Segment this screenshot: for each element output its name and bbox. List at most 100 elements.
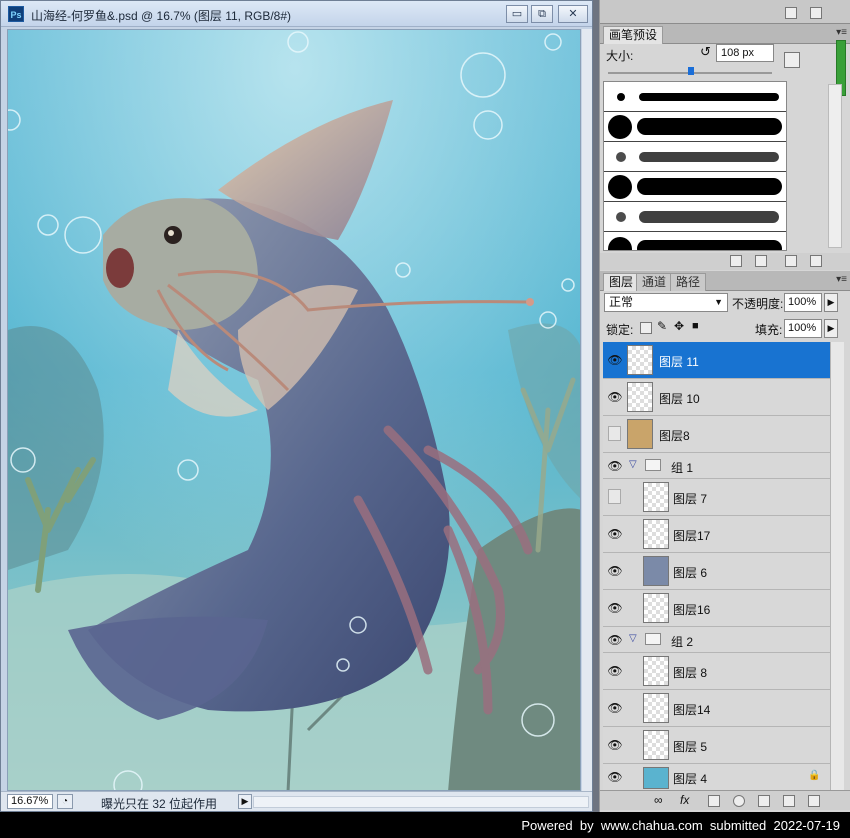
eye-icon[interactable]: 👁 bbox=[606, 527, 624, 541]
brush-size-slider-thumb[interactable] bbox=[688, 67, 694, 75]
tab-channels[interactable]: 通道 bbox=[636, 273, 673, 291]
layer-row[interactable]: 图层 7 bbox=[603, 479, 830, 516]
eye-icon[interactable]: 👁 bbox=[606, 390, 624, 404]
brush-preset[interactable] bbox=[604, 112, 786, 142]
delete-layer-icon[interactable] bbox=[808, 795, 820, 807]
new-group-icon[interactable] bbox=[758, 795, 770, 807]
lock-all-icon[interactable]: ■ bbox=[692, 320, 699, 332]
close-button[interactable]: ✕ bbox=[558, 5, 588, 23]
brush-preset[interactable] bbox=[604, 202, 786, 232]
brush-list-scrollbar[interactable] bbox=[828, 84, 842, 248]
layer-row[interactable]: 👁 图层 8 bbox=[603, 653, 830, 690]
brush-preset[interactable] bbox=[604, 232, 786, 250]
status-menu-arrow-icon[interactable]: ▶ bbox=[238, 794, 252, 809]
eye-icon[interactable]: 👁 bbox=[606, 459, 624, 473]
canvas-vertical-scrollbar[interactable] bbox=[582, 29, 592, 791]
lock-transparency-icon[interactable] bbox=[640, 322, 652, 334]
layer-thumbnail bbox=[643, 730, 669, 760]
eye-icon[interactable]: 👁 bbox=[606, 738, 624, 752]
layer-thumbnail bbox=[643, 519, 669, 549]
tab-paths[interactable]: 路径 bbox=[670, 273, 707, 291]
layer-row[interactable]: 👁 图层17 bbox=[603, 516, 830, 553]
fill-input[interactable]: 100% bbox=[784, 319, 822, 338]
brush-size-input[interactable]: 108 px bbox=[716, 44, 774, 62]
eye-icon[interactable]: 👁 bbox=[606, 353, 624, 367]
brush-preset-list bbox=[603, 81, 787, 251]
folder-icon bbox=[645, 633, 661, 645]
new-item-icon[interactable] bbox=[785, 7, 797, 19]
restore-button[interactable]: ⧉ bbox=[531, 5, 553, 23]
layer-row[interactable]: 👁 图层 6 bbox=[603, 553, 830, 590]
layers-panel-tabbar: 图层 通道 路径 ▾≡ bbox=[600, 271, 850, 291]
layer-row[interactable]: 👁 图层14 bbox=[603, 690, 830, 727]
layer-row[interactable]: 👁 图层 5 bbox=[603, 727, 830, 764]
eye-icon[interactable]: 👁 bbox=[606, 601, 624, 615]
layer-row[interactable]: 图层8 bbox=[603, 416, 830, 453]
eye-icon[interactable]: 👁 bbox=[606, 664, 624, 678]
status-info-icon[interactable]: ◔ bbox=[57, 794, 73, 809]
layer-name: 图层 6 bbox=[673, 566, 708, 580]
layer-name: 图层 4 bbox=[673, 772, 708, 786]
watermark-bar: Powered by www.chahua.com submitted 2022… bbox=[0, 812, 850, 838]
grid-icon[interactable] bbox=[755, 255, 767, 267]
layers-scrollbar[interactable] bbox=[830, 342, 844, 790]
layers-panel-menu-icon[interactable]: ▾≡ bbox=[836, 274, 847, 285]
fill-label: 填充: bbox=[755, 323, 783, 337]
eye-icon[interactable]: 👁 bbox=[606, 564, 624, 578]
brush-preset[interactable] bbox=[604, 172, 786, 202]
layer-name: 图层 7 bbox=[673, 492, 708, 506]
adjustment-layer-icon[interactable] bbox=[733, 795, 745, 807]
canvas-horizontal-scrollbar[interactable] bbox=[253, 796, 589, 808]
brush-tool-icon[interactable] bbox=[730, 255, 742, 267]
new-layer-icon[interactable] bbox=[783, 795, 795, 807]
lock-move-icon[interactable]: ✥ bbox=[674, 319, 684, 333]
brush-size-label: 大小: bbox=[606, 49, 634, 63]
fill-arrow-icon[interactable]: ▶ bbox=[824, 319, 838, 338]
link-layers-icon[interactable]: ∞ bbox=[654, 793, 663, 807]
group-expand-icon[interactable]: ▽ bbox=[629, 633, 637, 644]
lock-label: 锁定: bbox=[606, 323, 634, 337]
blend-mode-select[interactable]: 正常 ▼ bbox=[604, 293, 728, 312]
tab-brush-presets[interactable]: 画笔预设 bbox=[603, 26, 664, 44]
visibility-toggle-off[interactable] bbox=[608, 489, 621, 504]
eye-icon[interactable]: 👁 bbox=[606, 701, 624, 715]
panel-top-strip bbox=[600, 0, 850, 24]
fx-icon[interactable]: fx bbox=[680, 793, 689, 807]
brush-options-icon[interactable] bbox=[784, 52, 800, 68]
brush-panel-menu-icon[interactable]: ▾≡ bbox=[836, 27, 847, 38]
document-window: Ps 山海经-何罗鱼&.psd @ 16.7% (图层 11, RGB/8#) … bbox=[0, 0, 593, 812]
eye-icon[interactable]: 👁 bbox=[606, 633, 624, 647]
folder-icon bbox=[645, 459, 661, 471]
layer-row[interactable]: 👁 图层 11 bbox=[603, 342, 830, 379]
tab-layers[interactable]: 图层 bbox=[603, 273, 640, 291]
trash-icon[interactable] bbox=[810, 7, 822, 19]
new-brush-icon[interactable] bbox=[785, 255, 797, 267]
layer-row[interactable]: 👁 图层 10 bbox=[603, 379, 830, 416]
reset-size-icon[interactable]: ↺ bbox=[700, 44, 711, 60]
opacity-input[interactable]: 100% bbox=[784, 293, 822, 312]
group-expand-icon[interactable]: ▽ bbox=[629, 459, 637, 470]
layer-name: 图层14 bbox=[673, 703, 711, 717]
lock-paint-icon[interactable]: ✎ bbox=[657, 319, 667, 333]
brush-preset[interactable] bbox=[604, 142, 786, 172]
artwork-canvas[interactable] bbox=[7, 29, 581, 791]
visibility-toggle-off[interactable] bbox=[608, 426, 621, 441]
zoom-level-field[interactable]: 16.67% bbox=[7, 794, 53, 809]
document-titlebar[interactable]: Ps 山海经-何罗鱼&.psd @ 16.7% (图层 11, RGB/8#) … bbox=[1, 1, 592, 27]
layer-name: 图层 10 bbox=[659, 392, 700, 406]
layer-row[interactable]: 👁 图层 4 🔒 bbox=[603, 764, 830, 790]
layer-thumbnail bbox=[643, 693, 669, 723]
layer-thumbnail bbox=[627, 419, 653, 449]
layer-group-row[interactable]: 👁 ▽ 组 1 bbox=[603, 453, 830, 479]
eye-icon[interactable]: 👁 bbox=[606, 770, 624, 784]
brush-preset[interactable] bbox=[604, 82, 786, 112]
layer-group-row[interactable]: 👁 ▽ 组 2 bbox=[603, 627, 830, 653]
opacity-arrow-icon[interactable]: ▶ bbox=[824, 293, 838, 312]
delete-brush-icon[interactable] bbox=[810, 255, 822, 267]
layer-name: 图层8 bbox=[659, 429, 690, 443]
minimize-button[interactable]: ▭ bbox=[506, 5, 528, 23]
layer-name: 图层 11 bbox=[659, 355, 699, 369]
layer-mask-icon[interactable] bbox=[708, 795, 720, 807]
right-panel-dock: 画笔预设 ▾≡ 大小: ↺ 108 px 图层 通道 路径 ▾≡ 正常 ▼ 不透… bbox=[599, 0, 850, 812]
layer-row[interactable]: 👁 图层16 bbox=[603, 590, 830, 627]
